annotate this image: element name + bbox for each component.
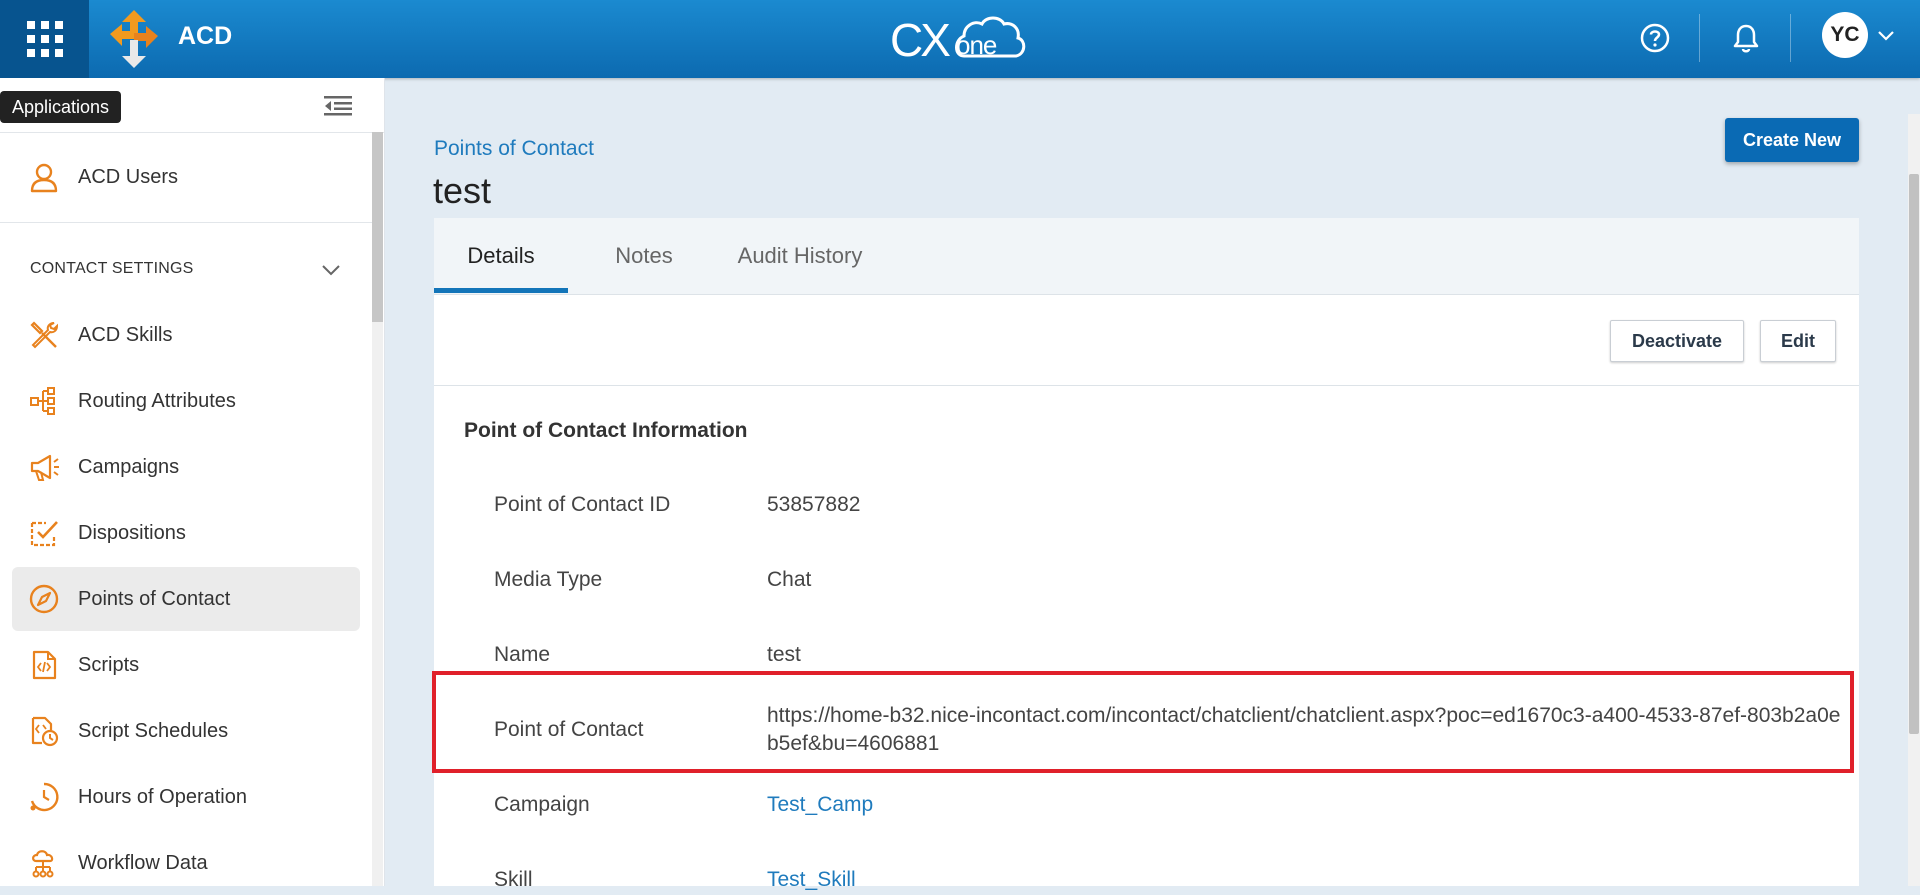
sidebar-item-label: ACD Users bbox=[78, 166, 179, 188]
field-label-skill: Skill bbox=[494, 868, 533, 891]
sidebar-divider bbox=[0, 222, 372, 223]
compass-icon bbox=[29, 584, 59, 614]
collapse-menu-icon[interactable] bbox=[322, 92, 356, 120]
top-header: ACD CX one YC bbox=[0, 0, 1920, 78]
acd-logo-icon bbox=[110, 10, 158, 68]
chevron-down-icon[interactable] bbox=[320, 260, 342, 280]
deactivate-button[interactable]: Deactivate bbox=[1610, 320, 1744, 362]
sidebar-item-label: Scripts bbox=[78, 654, 140, 676]
sidebar-item-script-schedules[interactable]: Script Schedules bbox=[12, 699, 360, 763]
cxone-logo: CX one bbox=[890, 14, 1026, 66]
workflow-cloud-icon bbox=[32, 850, 54, 878]
campaign-link[interactable]: Test_Camp bbox=[767, 793, 873, 817]
field-value-media-type: Chat bbox=[767, 568, 812, 591]
routing-tree-icon bbox=[30, 387, 55, 415]
main-scrollbar-thumb[interactable] bbox=[1909, 174, 1919, 734]
help-icon bbox=[1640, 23, 1670, 53]
sidebar-item-label: Script Schedules bbox=[78, 720, 229, 742]
header-divider bbox=[1790, 14, 1791, 62]
sidebar-item-label: Campaigns bbox=[78, 456, 180, 478]
field-value-point-of-contact-url: https://home-b32.nice-incontact.com/inco… bbox=[767, 704, 1841, 755]
field-label-point-of-contact: Point of Contact bbox=[494, 718, 644, 741]
chevron-down-icon[interactable] bbox=[1876, 26, 1896, 46]
skill-link[interactable]: Test_Skill bbox=[767, 868, 856, 892]
sidebar-item-label: Workflow Data bbox=[78, 852, 208, 874]
details-card: Details Notes Audit History Deactivate E… bbox=[434, 218, 1859, 891]
edit-button[interactable]: Edit bbox=[1760, 320, 1836, 362]
sidebar-item-label: Points of Contact bbox=[78, 588, 231, 610]
breadcrumb-points-of-contact[interactable]: Points of Contact bbox=[434, 137, 594, 161]
notifications-button[interactable] bbox=[1725, 17, 1767, 59]
section-title: Point of Contact Information bbox=[464, 419, 748, 442]
sidebar-item-points-of-contact[interactable]: Points of Contact bbox=[12, 567, 360, 631]
field-value-name: test bbox=[767, 643, 801, 666]
user-avatar[interactable]: YC bbox=[1822, 12, 1868, 58]
page-title: test bbox=[433, 170, 492, 211]
sidebar-scrollbar[interactable] bbox=[372, 132, 383, 886]
main-scrollbar[interactable] bbox=[1908, 114, 1920, 886]
bell-icon bbox=[1733, 24, 1759, 53]
tab-bar: Details Notes Audit History bbox=[434, 218, 1859, 295]
tab-notes[interactable]: Notes bbox=[589, 218, 699, 294]
help-button[interactable] bbox=[1634, 17, 1676, 59]
script-schedule-icon bbox=[31, 716, 59, 747]
sidebar-item-hours-of-operation[interactable]: Hours of Operation bbox=[12, 765, 360, 829]
checklist-icon bbox=[30, 521, 58, 547]
tab-details[interactable]: Details bbox=[434, 218, 568, 294]
create-new-button[interactable]: Create New bbox=[1725, 118, 1859, 162]
applications-tooltip: Applications bbox=[0, 91, 122, 123]
app-launcher-button[interactable] bbox=[0, 0, 89, 78]
action-bar: Deactivate Edit bbox=[434, 294, 1859, 386]
sidebar-item-routing-attributes[interactable]: Routing Attributes bbox=[12, 369, 360, 433]
sidebar-item-acd-skills[interactable]: ACD Skills bbox=[12, 303, 360, 367]
sidebar-item-scripts[interactable]: Scripts bbox=[12, 633, 360, 697]
user-icon bbox=[30, 163, 58, 193]
sidebar-item-label: Hours of Operation bbox=[78, 786, 247, 808]
svg-text:one: one bbox=[956, 30, 997, 60]
sidebar-item-workflow-data[interactable]: Workflow Data bbox=[12, 831, 360, 895]
field-label-name: Name bbox=[494, 643, 551, 666]
active-tab-indicator bbox=[434, 288, 568, 293]
field-value-poc-id: 53857882 bbox=[767, 493, 861, 516]
tab-audit-history[interactable]: Audit History bbox=[720, 218, 880, 294]
sidebar-scrollbar-thumb[interactable] bbox=[372, 132, 383, 322]
sidebar-item-label: Routing Attributes bbox=[78, 390, 236, 412]
sidebar-item-campaigns[interactable]: Campaigns bbox=[12, 435, 360, 499]
sidebar: ACD Users CONTACT SETTINGS ACD Skills Ro… bbox=[0, 78, 385, 886]
megaphone-icon bbox=[30, 454, 59, 481]
grid-icon bbox=[26, 21, 63, 57]
field-label-media-type: Media Type bbox=[494, 568, 603, 591]
field-label-campaign: Campaign bbox=[494, 793, 590, 816]
skills-tools-icon bbox=[30, 321, 59, 349]
sidebar-item-label: ACD Skills bbox=[78, 324, 173, 346]
sidebar-item-acd-users[interactable]: ACD Users bbox=[12, 145, 360, 209]
app-name: ACD bbox=[178, 22, 233, 50]
header-divider bbox=[1699, 14, 1700, 62]
clock-icon bbox=[30, 782, 59, 812]
script-file-icon bbox=[32, 650, 57, 680]
sidebar-item-label: Dispositions bbox=[78, 522, 186, 544]
contact-settings-header[interactable]: CONTACT SETTINGS bbox=[30, 260, 194, 278]
sidebar-item-dispositions[interactable]: Dispositions bbox=[12, 501, 360, 565]
field-label-poc-id: Point of Contact ID bbox=[494, 493, 671, 516]
svg-text:CX: CX bbox=[890, 14, 950, 66]
